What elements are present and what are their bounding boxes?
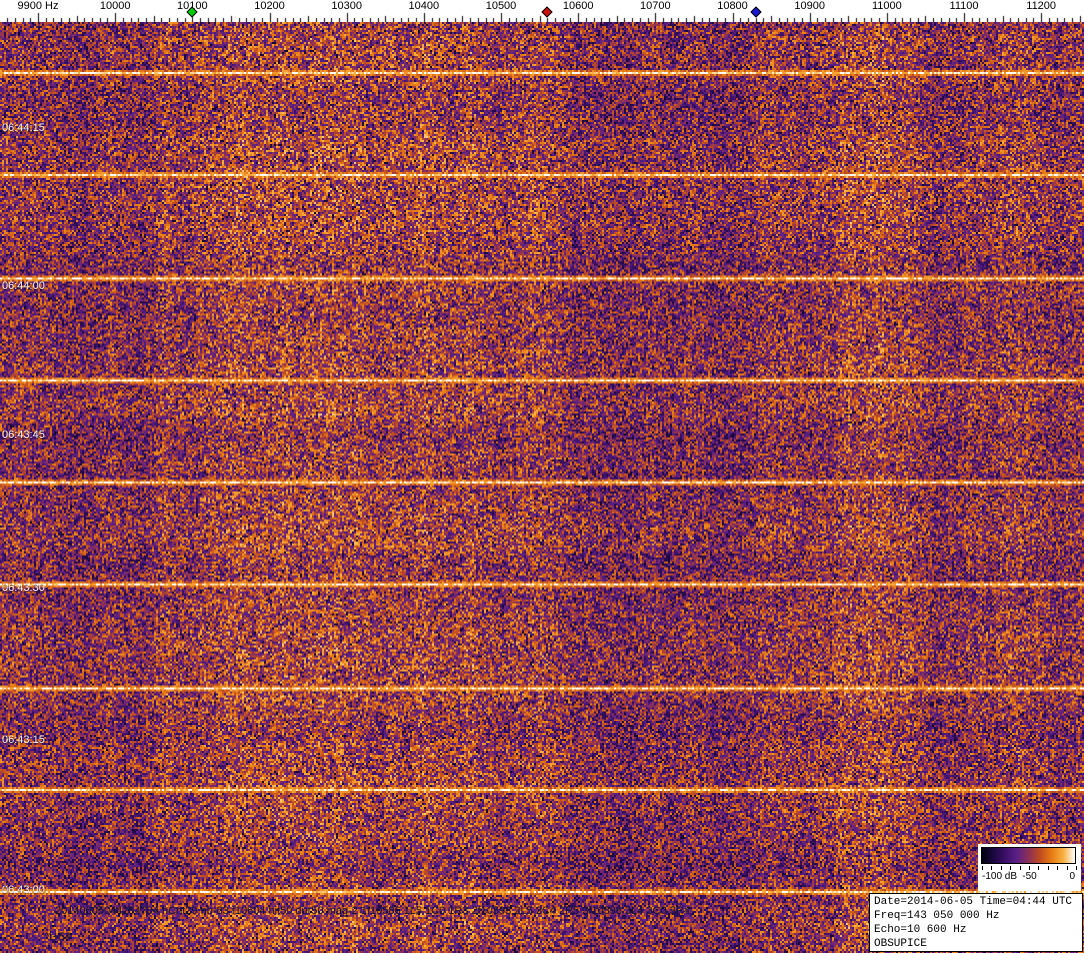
colorbar-tick: [1067, 866, 1068, 870]
detection-annotation: 20140605044254704 hCnt29 nb-83 f10604 hi…: [55, 905, 690, 917]
colorbar-tick: [1048, 866, 1049, 870]
frequency-tick-label: 10000: [100, 1, 131, 12]
colorbar-tick: [1029, 866, 1030, 870]
frequency-tick-label: 10300: [331, 1, 362, 12]
info-box: Date=2014-06-05 Time=04:44 UTC Freq=143 …: [869, 893, 1083, 952]
frequency-tick-label: 10500: [486, 1, 517, 12]
colorbar-tick: [1001, 866, 1002, 870]
frequency-ruler: 9900 Hz100001010010200103001040010500106…: [0, 0, 1084, 22]
spectrogram-screen: 9900 Hz100001010010200103001040010500106…: [0, 0, 1084, 953]
colorbar-tick: [1038, 866, 1039, 870]
colorbar-label-mid: -50: [1022, 872, 1036, 882]
info-line-echo: Echo=10 600 Hz: [874, 923, 1078, 937]
spectrogram-canvas[interactable]: [0, 22, 1084, 953]
colorbar-tick: [991, 866, 992, 870]
colorbar-label-min: -100 dB: [982, 872, 1017, 882]
colorbar-label-max: 0: [1069, 872, 1075, 882]
colorbar-tick: [1010, 866, 1011, 870]
frequency-tick-label: 10900: [794, 1, 825, 12]
info-line-date: Date=2014-06-05 Time=04:44 UTC: [874, 895, 1078, 909]
cursor-annotation: ^t+54: [44, 931, 71, 943]
colorbar: -100 dB -50 0: [978, 844, 1081, 891]
colorbar-tick: [1057, 866, 1058, 870]
colorbar-gradient: [981, 847, 1076, 864]
colorbar-tick: [982, 866, 983, 870]
colorbar-tick: [1020, 866, 1021, 870]
frequency-tick-label: 10400: [409, 1, 440, 12]
frequency-tick-label: 10600: [563, 1, 594, 12]
info-line-freq: Freq=143 050 000 Hz: [874, 909, 1078, 923]
frequency-tick-label: 11000: [872, 1, 902, 12]
colorbar-ticks: [982, 866, 1077, 870]
frequency-tick-label: 10700: [640, 1, 671, 12]
frequency-tick-label: 11100: [950, 1, 979, 12]
frequency-tick-label: 10800: [717, 1, 748, 12]
info-line-station: OBSUPICE: [874, 937, 1078, 951]
frequency-tick-label: 10200: [254, 1, 285, 12]
frequency-tick-label: 9900 Hz: [18, 1, 59, 12]
frequency-tick-label: 11200: [1026, 1, 1056, 12]
colorbar-tick: [1076, 866, 1077, 870]
